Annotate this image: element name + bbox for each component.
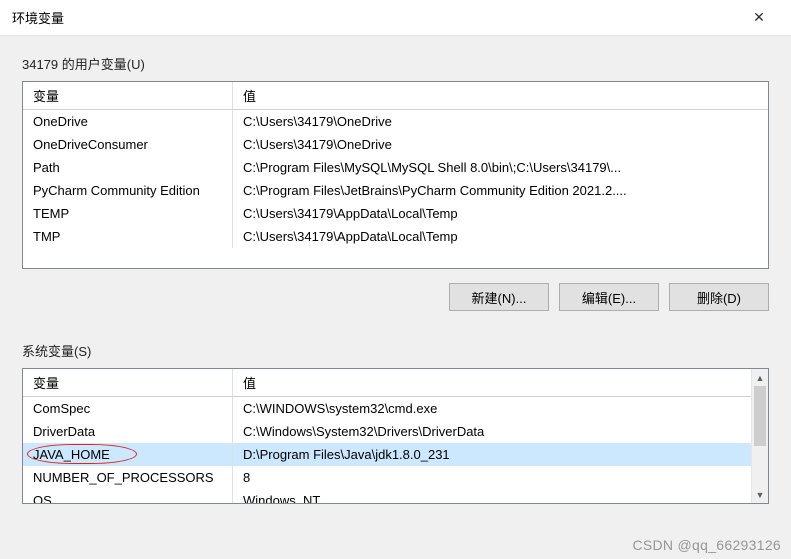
- variable-name: DriverData: [23, 420, 233, 443]
- variable-value: C:\Users\34179\OneDrive: [233, 133, 768, 156]
- table-row[interactable]: NUMBER_OF_PROCESSORS8: [23, 466, 751, 489]
- variable-name: NUMBER_OF_PROCESSORS: [23, 466, 233, 489]
- scroll-track[interactable]: [752, 386, 768, 486]
- edit-button[interactable]: 编辑(E)...: [559, 283, 659, 311]
- sys-vars-header: 变量 值: [23, 369, 751, 397]
- sys-vars-label: 系统变量(S): [22, 341, 769, 360]
- dialog-content: 34179 的用户变量(U) 变量 值 OneDriveC:\Users\341…: [0, 36, 791, 504]
- variable-name: OneDriveConsumer: [23, 133, 233, 156]
- variable-name: OS: [23, 489, 233, 503]
- variable-value: 8: [233, 466, 751, 489]
- table-row[interactable]: DriverDataC:\Windows\System32\Drivers\Dr…: [23, 420, 751, 443]
- variable-value: C:\Program Files\JetBrains\PyCharm Commu…: [233, 179, 768, 202]
- user-vars-buttons: 新建(N)... 编辑(E)... 删除(D): [22, 283, 769, 311]
- user-vars-list[interactable]: 变量 值 OneDriveC:\Users\34179\OneDriveOneD…: [22, 81, 769, 269]
- variable-value: C:\Windows\System32\Drivers\DriverData: [233, 420, 751, 443]
- variable-value: C:\Users\34179\AppData\Local\Temp: [233, 225, 768, 248]
- table-row[interactable]: JAVA_HOMED:\Program Files\Java\jdk1.8.0_…: [23, 443, 751, 466]
- variable-value: Windows_NT: [233, 489, 751, 503]
- titlebar: 环境变量 ✕: [0, 0, 791, 36]
- variable-value: C:\Users\34179\OneDrive: [233, 110, 768, 133]
- scroll-up-icon[interactable]: ▲: [752, 369, 768, 386]
- table-row[interactable]: PathC:\Program Files\MySQL\MySQL Shell 8…: [23, 156, 768, 179]
- watermark: CSDN @qq_66293126: [632, 537, 781, 553]
- table-row[interactable]: OneDriveConsumerC:\Users\34179\OneDrive: [23, 133, 768, 156]
- variable-value: C:\WINDOWS\system32\cmd.exe: [233, 397, 751, 420]
- scroll-down-icon[interactable]: ▼: [752, 486, 768, 503]
- close-button[interactable]: ✕: [739, 0, 779, 36]
- delete-button[interactable]: 删除(D): [669, 283, 769, 311]
- variable-value: C:\Users\34179\AppData\Local\Temp: [233, 202, 768, 225]
- variable-value: C:\Program Files\MySQL\MySQL Shell 8.0\b…: [233, 156, 768, 179]
- sys-vars-list[interactable]: 变量 值 ComSpecC:\WINDOWS\system32\cmd.exeD…: [22, 368, 769, 504]
- table-row[interactable]: OneDriveC:\Users\34179\OneDrive: [23, 110, 768, 133]
- column-header-variable[interactable]: 变量: [23, 82, 233, 109]
- table-row[interactable]: ComSpecC:\WINDOWS\system32\cmd.exe: [23, 397, 751, 420]
- variable-name: PyCharm Community Edition: [23, 179, 233, 202]
- column-header-value[interactable]: 值: [233, 82, 768, 109]
- table-row[interactable]: TEMPC:\Users\34179\AppData\Local\Temp: [23, 202, 768, 225]
- close-icon: ✕: [753, 9, 765, 26]
- table-row[interactable]: PyCharm Community EditionC:\Program File…: [23, 179, 768, 202]
- variable-name: ComSpec: [23, 397, 233, 420]
- variable-name: OneDrive: [23, 110, 233, 133]
- table-row[interactable]: TMPC:\Users\34179\AppData\Local\Temp: [23, 225, 768, 248]
- column-header-variable[interactable]: 变量: [23, 369, 233, 396]
- variable-name: JAVA_HOME: [23, 443, 233, 466]
- new-button[interactable]: 新建(N)...: [449, 283, 549, 311]
- column-header-value[interactable]: 值: [233, 369, 751, 396]
- scrollbar[interactable]: ▲ ▼: [751, 369, 768, 503]
- variable-name: Path: [23, 156, 233, 179]
- window-title: 环境变量: [12, 8, 64, 27]
- scroll-thumb[interactable]: [754, 386, 766, 446]
- variable-value: D:\Program Files\Java\jdk1.8.0_231: [233, 443, 751, 466]
- user-vars-header: 变量 值: [23, 82, 768, 110]
- user-vars-label: 34179 的用户变量(U): [22, 54, 769, 73]
- variable-name: TEMP: [23, 202, 233, 225]
- table-row[interactable]: OSWindows_NT: [23, 489, 751, 503]
- variable-name: TMP: [23, 225, 233, 248]
